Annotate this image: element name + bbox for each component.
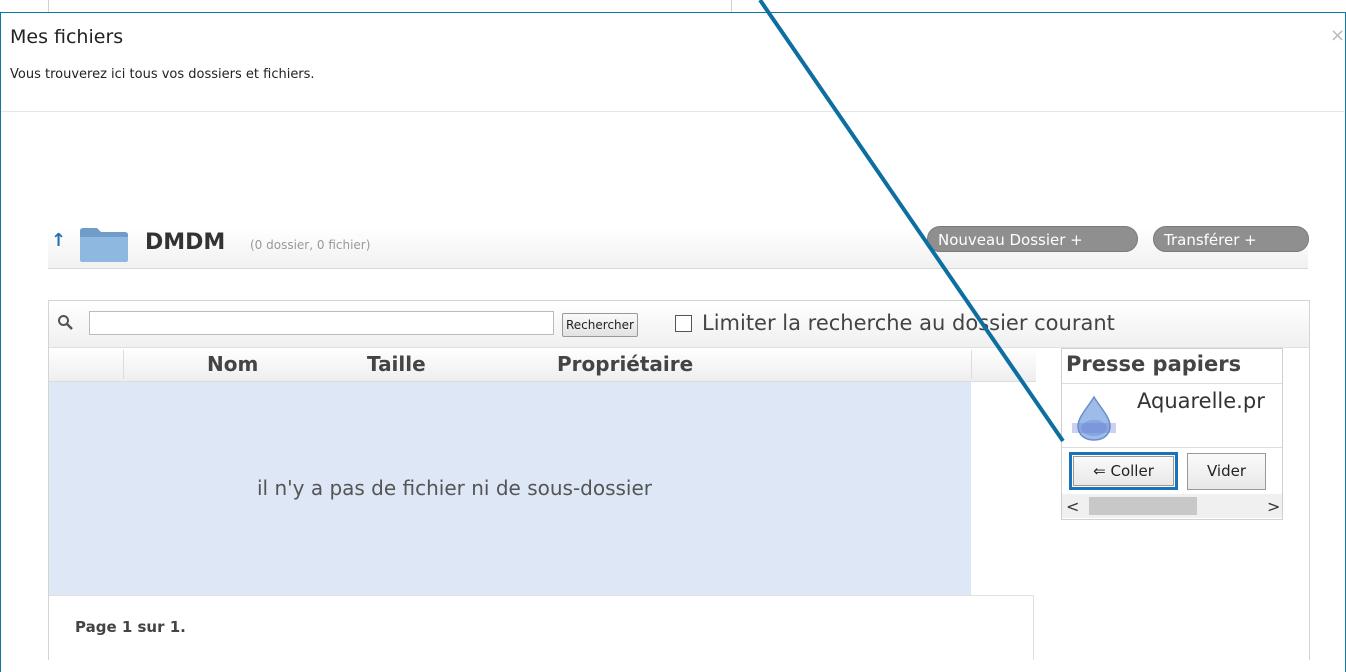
column-header-name[interactable]: Nom — [207, 352, 258, 376]
folder-name: DMDM — [145, 230, 226, 255]
column-divider — [123, 350, 124, 379]
column-header-owner[interactable]: Propriétaire — [557, 352, 693, 376]
limit-search-label: Limiter la recherche au dossier courant — [702, 311, 1115, 335]
clipboard-title: Presse papiers — [1066, 352, 1242, 376]
scroll-left-icon[interactable]: < — [1066, 497, 1079, 516]
image-thumbnail-icon — [1072, 395, 1116, 441]
scrollbar-thumb[interactable] — [1089, 497, 1197, 515]
column-divider — [971, 350, 972, 379]
clipboard-divider — [1062, 447, 1282, 448]
new-folder-button[interactable]: Nouveau Dossier + — [927, 226, 1138, 252]
upload-button[interactable]: Transférer + — [1153, 226, 1309, 252]
scroll-right-icon[interactable]: > — [1267, 497, 1280, 516]
clipboard-title-divider — [1062, 383, 1282, 384]
close-icon[interactable]: × — [1330, 25, 1345, 46]
up-arrow-icon[interactable]: ↑ — [51, 230, 66, 251]
table-side-column — [971, 382, 1034, 595]
search-icon — [58, 315, 73, 330]
clear-clipboard-button[interactable]: Vider — [1187, 453, 1266, 490]
pager-label: Page 1 sur 1. — [75, 618, 186, 636]
search-button[interactable]: Rechercher — [562, 313, 638, 337]
clipboard-file-name[interactable]: Aquarelle.pr — [1137, 389, 1265, 413]
column-header-size[interactable]: Taille — [367, 352, 426, 376]
paste-button[interactable]: ⇐ Coller — [1073, 456, 1174, 486]
pager — [49, 595, 1034, 660]
search-input[interactable] — [89, 311, 554, 335]
table-header — [49, 348, 1036, 382]
folder-icon — [80, 228, 128, 262]
header-divider — [1, 111, 1344, 112]
modal-subtitle: Vous trouverez ici tous vos dossiers et … — [10, 67, 315, 82]
modal-title: Mes fichiers — [10, 26, 124, 48]
empty-message: il n'y a pas de fichier ni de sous-dossi… — [257, 476, 653, 500]
limit-search-checkbox[interactable] — [675, 315, 692, 332]
folder-count: (0 dossier, 0 fichier) — [250, 238, 371, 252]
